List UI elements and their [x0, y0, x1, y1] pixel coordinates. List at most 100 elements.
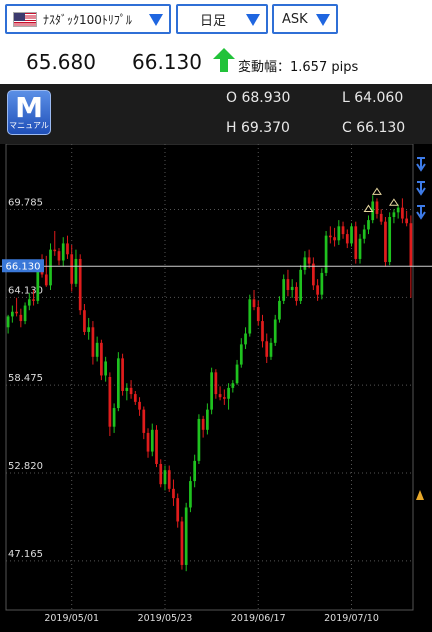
candle: [138, 397, 141, 416]
y-tick-label: 52.820: [8, 461, 43, 472]
candle: [201, 415, 205, 438]
candle: [104, 356, 107, 382]
period-label: 日足: [200, 13, 227, 29]
candle-body: [256, 307, 260, 322]
candle-body: [409, 223, 413, 267]
candle: [61, 237, 65, 267]
candle: [163, 465, 167, 491]
candle-body: [142, 409, 146, 433]
candle-body: [324, 235, 328, 273]
candle-body: [11, 311, 14, 317]
current-price-label: 66.130: [6, 262, 41, 273]
candle-body: [350, 226, 353, 244]
candle-body: [312, 263, 315, 286]
instrument-label: ﾅｽﾀﾞｯｸ100ﾄﾘﾌﾟﾙ: [43, 12, 132, 27]
candle: [121, 353, 124, 396]
candle: [66, 235, 69, 259]
candle-body: [167, 470, 171, 489]
candle: [269, 338, 273, 360]
candle: [15, 297, 18, 317]
chevron-down-icon: [246, 14, 260, 26]
bid-price: 65.680: [26, 50, 96, 74]
candle-body: [6, 316, 10, 328]
candle: [362, 224, 366, 244]
candle-body: [396, 207, 400, 213]
candle: [116, 352, 120, 412]
candle-body: [61, 243, 65, 261]
candle-body: [239, 344, 243, 365]
candle: [146, 428, 150, 458]
candle-body: [193, 460, 197, 482]
candle: [248, 294, 252, 337]
ohlc-bar: M マニュアル O 68.930 L 64.060 H 69.370 C 66.…: [0, 84, 432, 144]
candle-body: [231, 383, 235, 388]
y-tick-label: 69.785: [8, 197, 43, 208]
candle-body: [172, 488, 175, 499]
candle-body: [108, 377, 112, 427]
candle-body: [405, 218, 408, 224]
candle-body: [74, 258, 78, 284]
candle-body: [218, 394, 222, 398]
candle: [78, 254, 82, 315]
candle-body: [282, 279, 286, 301]
candle: [193, 454, 197, 488]
candle: [167, 465, 171, 492]
candle: [303, 251, 307, 275]
candle: [57, 248, 61, 266]
y-tick-label: 58.475: [8, 373, 43, 384]
candle: [74, 249, 78, 287]
candle-body: [222, 397, 226, 399]
candle: [282, 274, 286, 304]
candle: [312, 257, 315, 291]
candle: [214, 369, 218, 399]
candle-body: [375, 201, 379, 214]
candle: [239, 338, 243, 368]
candle-body: [133, 394, 137, 402]
candle-body: [19, 314, 23, 322]
candle-body: [341, 226, 345, 235]
candle: [235, 359, 239, 385]
candle-body: [100, 342, 103, 376]
candle-body: [197, 418, 201, 461]
candle-body: [49, 249, 52, 286]
candle: [197, 414, 201, 464]
candle: [367, 215, 370, 235]
candle-body: [401, 207, 404, 219]
candle-body: [316, 285, 319, 295]
candle-body: [44, 274, 48, 286]
candle-body: [87, 327, 91, 332]
candle-body: [214, 372, 218, 395]
candle: [180, 516, 184, 570]
candle: [108, 372, 112, 437]
candle: [87, 317, 91, 340]
candlestick-chart[interactable]: 69.785 64.130 58.475 52.820 47.165 2019/05/01…: [0, 144, 432, 632]
candle: [159, 459, 163, 488]
period-select[interactable]: 日足: [176, 4, 268, 34]
candle-body: [180, 521, 184, 565]
candle: [401, 198, 404, 224]
candle-body: [307, 257, 311, 264]
manual-caption: マニュアル: [9, 121, 49, 130]
instrument-select[interactable]: ﾅｽﾀﾞｯｸ100ﾄﾘﾌﾟﾙ: [5, 4, 171, 34]
side-select[interactable]: ASK: [272, 4, 338, 34]
side-label: ASK: [282, 11, 308, 27]
candle-body: [91, 327, 95, 357]
candle-body: [328, 235, 332, 238]
candle-body: [354, 226, 358, 259]
candle: [133, 390, 137, 405]
candle: [231, 380, 235, 393]
chevron-down-icon: [316, 14, 330, 26]
candle-body: [273, 319, 277, 343]
candle-body: [227, 387, 230, 399]
candle-body: [379, 213, 383, 222]
candle: [307, 249, 311, 269]
candle: [252, 290, 256, 311]
close-value: C 66.130: [342, 120, 406, 136]
chart-svg[interactable]: 69.78564.13058.47552.82047.1652019/05/01…: [0, 144, 432, 632]
manual-button[interactable]: M マニュアル: [7, 90, 51, 135]
low-value: L 64.060: [342, 90, 404, 106]
us-flag-icon: [13, 11, 37, 27]
blue-arrow-down-icon: [416, 157, 426, 172]
candle-body: [362, 229, 366, 239]
x-tick-label: 2019/05/01: [44, 613, 99, 624]
